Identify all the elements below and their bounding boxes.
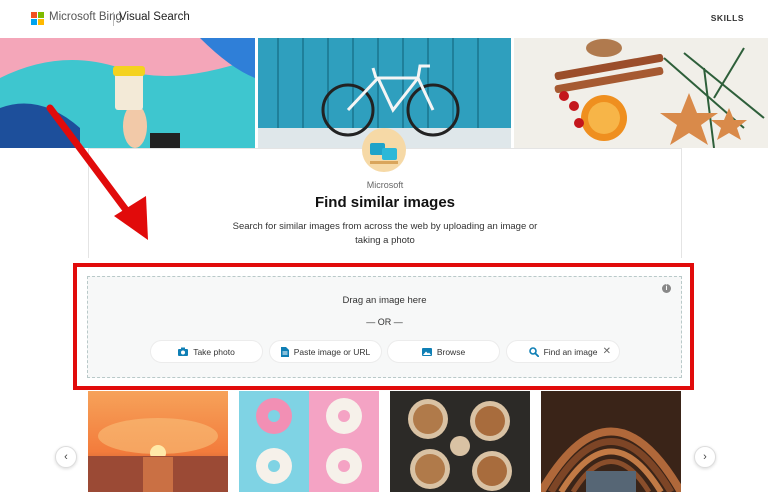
visual-search-skill-icon xyxy=(362,128,406,172)
annotation-arrow-icon xyxy=(46,104,148,240)
find-image-button[interactable]: Find an image ✕ xyxy=(506,340,620,363)
browse-label: Browse xyxy=(436,346,466,357)
top-header: Microsoft Bing Visual Search SKILLS xyxy=(0,0,768,38)
carousel-prev-button[interactable]: ‹ xyxy=(55,446,77,468)
page-description: Search for similar images from across th… xyxy=(232,221,538,246)
image-drop-zone[interactable]: Drag an image here — OR — i Take photo P… xyxy=(87,276,682,378)
chevron-left-icon: ‹ xyxy=(64,451,68,463)
brand-name[interactable]: Microsoft Bing xyxy=(49,11,122,23)
carousel-next-button[interactable]: › xyxy=(694,446,716,468)
close-icon[interactable]: ✕ xyxy=(603,346,611,357)
publisher-label: Microsoft xyxy=(366,180,404,190)
take-photo-label: Take photo xyxy=(193,346,235,357)
product-name[interactable]: Visual Search xyxy=(119,11,190,23)
chevron-right-icon: › xyxy=(703,451,707,463)
paste-image-label: Paste image or URL xyxy=(293,346,371,357)
browse-button[interactable]: Browse xyxy=(387,340,500,363)
paste-image-button[interactable]: Paste image or URL xyxy=(269,340,382,363)
search-icon xyxy=(528,346,539,357)
image-icon xyxy=(421,347,432,356)
page-title: Find similar images xyxy=(314,194,456,211)
visual-search-page: Microsoft Bing Visual Search SKILLS Micr… xyxy=(0,0,768,492)
skills-link[interactable]: SKILLS xyxy=(711,13,744,23)
donuts-photo[interactable] xyxy=(239,391,379,492)
take-photo-button[interactable]: Take photo xyxy=(150,340,263,363)
header-divider xyxy=(113,12,114,26)
wooden-tunnel-photo[interactable] xyxy=(541,391,681,492)
sunset-photo[interactable] xyxy=(88,391,228,492)
microsoft-logo-icon[interactable] xyxy=(31,12,44,25)
camera-icon xyxy=(178,347,189,356)
christmas-decor-photo[interactable] xyxy=(514,38,768,148)
or-separator: — OR — xyxy=(366,317,403,327)
document-icon xyxy=(280,346,289,357)
info-icon[interactable]: i xyxy=(662,284,671,293)
drag-hint: Drag an image here xyxy=(342,295,427,306)
coffee-cups-photo[interactable] xyxy=(390,391,530,492)
find-image-label: Find an image xyxy=(543,346,598,357)
